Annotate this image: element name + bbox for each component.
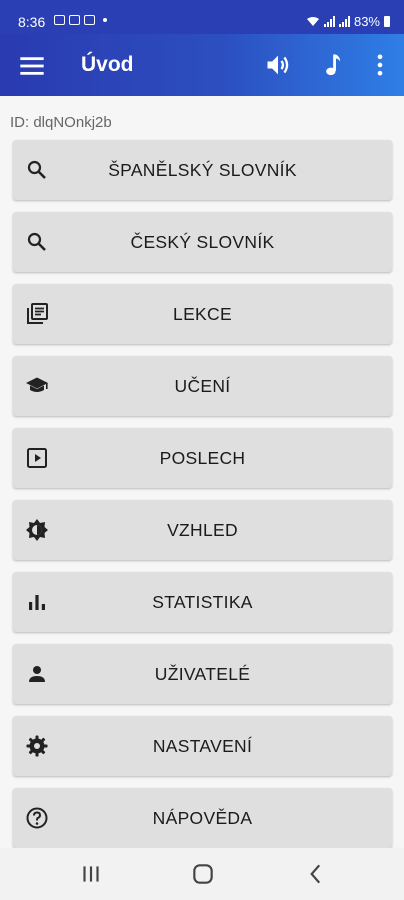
spanish-dictionary-button[interactable]: ŠPANĚLSKÝ SLOVNÍK	[13, 140, 392, 200]
back-icon[interactable]	[303, 861, 329, 887]
menu-label: UČENÍ	[174, 376, 231, 396]
menu-label: POSLECH	[159, 448, 246, 468]
menu-label: UŽIVATELÉ	[154, 664, 251, 684]
menu-icon[interactable]	[18, 52, 46, 80]
status-time: 8:36	[18, 14, 46, 30]
app-bar: Úvod	[0, 34, 404, 96]
menu-label: ČESKÝ SLOVNÍK	[130, 232, 275, 252]
music-note-icon[interactable]	[318, 51, 346, 79]
users-button[interactable]: UŽIVATELÉ	[13, 644, 392, 704]
system-nav-bar	[0, 848, 404, 900]
menu-label: VZHLED	[167, 520, 238, 540]
dot-icon	[103, 18, 107, 22]
menu-label: NÁPOVĚDA	[152, 808, 253, 828]
volume-icon[interactable]	[264, 51, 292, 79]
battery-percent: 83%	[353, 14, 380, 29]
menu-list: ŠPANĚLSKÝ SLOVNÍK ČESKÝ SLOVNÍK LEKCE UČ…	[13, 140, 392, 848]
learning-button[interactable]: UČENÍ	[13, 356, 392, 416]
mail-icon	[69, 15, 80, 25]
status-right: 83%	[306, 14, 390, 29]
page-title: Úvod	[81, 53, 134, 76]
settings-button[interactable]: NASTAVENÍ	[13, 716, 392, 776]
lessons-button[interactable]: LEKCE	[13, 284, 392, 344]
signal-icon	[323, 16, 335, 27]
statistics-button[interactable]: STATISTIKA	[13, 572, 392, 632]
notification-icons	[54, 15, 107, 25]
menu-label: NASTAVENÍ	[152, 736, 253, 756]
chat-icon	[84, 15, 95, 25]
home-icon[interactable]	[190, 861, 216, 887]
main-content: ID: dlqNOnkj2b ŠPANĚLSKÝ SLOVNÍK ČESKÝ S…	[0, 96, 404, 848]
menu-label: LEKCE	[173, 304, 232, 324]
battery-icon	[384, 16, 390, 27]
more-vert-icon[interactable]	[366, 51, 394, 79]
gallery-icon	[54, 15, 65, 25]
menu-label: STATISTIKA	[152, 592, 253, 612]
signal-icon-2	[338, 16, 350, 27]
recent-apps-icon[interactable]	[78, 861, 104, 887]
appearance-button[interactable]: VZHLED	[13, 500, 392, 560]
listening-button[interactable]: POSLECH	[13, 428, 392, 488]
help-button[interactable]: NÁPOVĚDA	[13, 788, 392, 848]
czech-dictionary-button[interactable]: ČESKÝ SLOVNÍK	[13, 212, 392, 272]
menu-label: ŠPANĚLSKÝ SLOVNÍK	[108, 160, 297, 180]
wifi-icon	[306, 17, 319, 26]
device-id: ID: dlqNOnkj2b	[10, 114, 112, 131]
